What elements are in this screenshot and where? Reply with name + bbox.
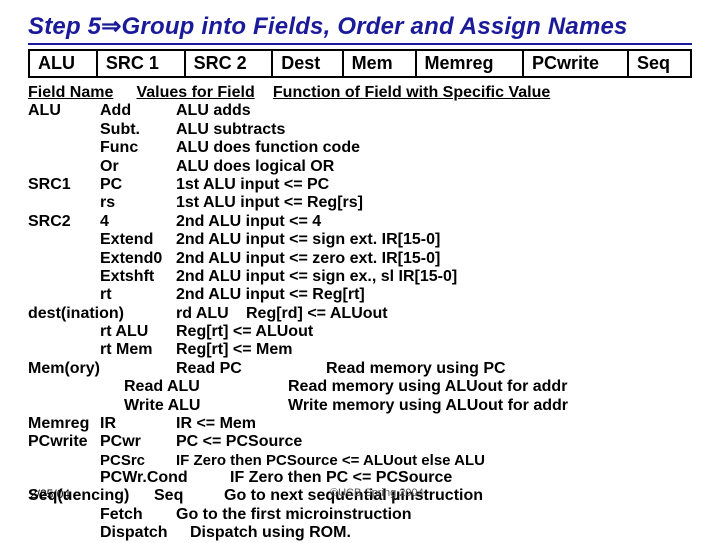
hcell-memreg: Memreg [416, 50, 523, 77]
table-row: Subt.ALU subtracts [28, 121, 692, 139]
table-row: rt MemReg[rt] <= Mem [28, 341, 692, 359]
table-row: PCWr.CondIF Zero then PC <= PCSource [28, 469, 692, 487]
table-row: PCSrcIF Zero then PCSource <= ALUout els… [28, 452, 692, 469]
hcell-alu: ALU [29, 50, 97, 77]
table-row: SRC1PC1st ALU input <= PC [28, 176, 692, 194]
table-row: rs1st ALU input <= Reg[rs] [28, 194, 692, 212]
pcwrite-label: PCwrite [28, 433, 100, 451]
hcell-src2: SRC 2 [185, 50, 273, 77]
title-post: Group into Fields, Order and Assign Name… [122, 13, 628, 40]
table-row: Extshft2nd ALU input <= sign ex., sl IR[… [28, 268, 692, 286]
hcell-dest: Dest [272, 50, 342, 77]
table-row: rt ALUReg[rt] <= ALUout [28, 323, 692, 341]
table-row: rt2nd ALU input <= Reg[rt] [28, 286, 692, 304]
double-arrow-icon: ⇒ [101, 13, 121, 40]
slide-date: 2/25/04 [30, 487, 70, 501]
copyright: ©UCB Spring 2004 [330, 487, 424, 499]
hdr-values: Values for Field [136, 84, 268, 102]
dest-label: dest(ination) [28, 305, 176, 323]
title-underline [28, 43, 692, 45]
pcwrite-row: PCwritePCwrPC <= PCSource [28, 433, 692, 451]
table-row: SRC242nd ALU input <= 4 [28, 213, 692, 231]
dest-row: dest(ination)rd ALUReg[rd] <= ALUout [28, 305, 692, 323]
table-row: OrALU does logical OR [28, 158, 692, 176]
title-pre: Step 5 [28, 13, 101, 40]
hcell-mem: Mem [343, 50, 416, 77]
hcell-src1: SRC 1 [97, 50, 185, 77]
hcell-pcwrite: PCwrite [523, 50, 628, 77]
table-row: ALUAddALU adds [28, 102, 692, 120]
column-headers: Field Name Values for Field Function of … [28, 84, 692, 102]
mem-label: Mem(ory) [28, 360, 176, 378]
mem-row: Mem(ory)Read PCRead memory using PC [28, 360, 692, 378]
hdr-field: Field Name [28, 84, 132, 102]
slide-title: Step 5⇒Group into Fields, Order and Assi… [28, 12, 692, 41]
hcell-seq: Seq [628, 50, 691, 77]
hdr-function: Function of Field with Specific Value [273, 84, 550, 101]
table-row: Extend02nd ALU input <= zero ext. IR[15-… [28, 250, 692, 268]
body: Field Name Values for Field Function of … [28, 84, 692, 543]
table-row: Write ALUWrite memory using ALUout for a… [28, 397, 692, 415]
table-row: Extend2nd ALU input <= sign ext. IR[15-0… [28, 231, 692, 249]
memreg-row: MemregIRIR <= Mem [28, 415, 692, 433]
table-row: Read ALURead memory using ALUout for add… [28, 378, 692, 396]
table-row: FuncALU does function code [28, 139, 692, 157]
table-row: FetchGo to the first microinstruction [28, 506, 692, 524]
field-header-table: ALU SRC 1 SRC 2 Dest Mem Memreg PCwrite … [28, 49, 692, 78]
